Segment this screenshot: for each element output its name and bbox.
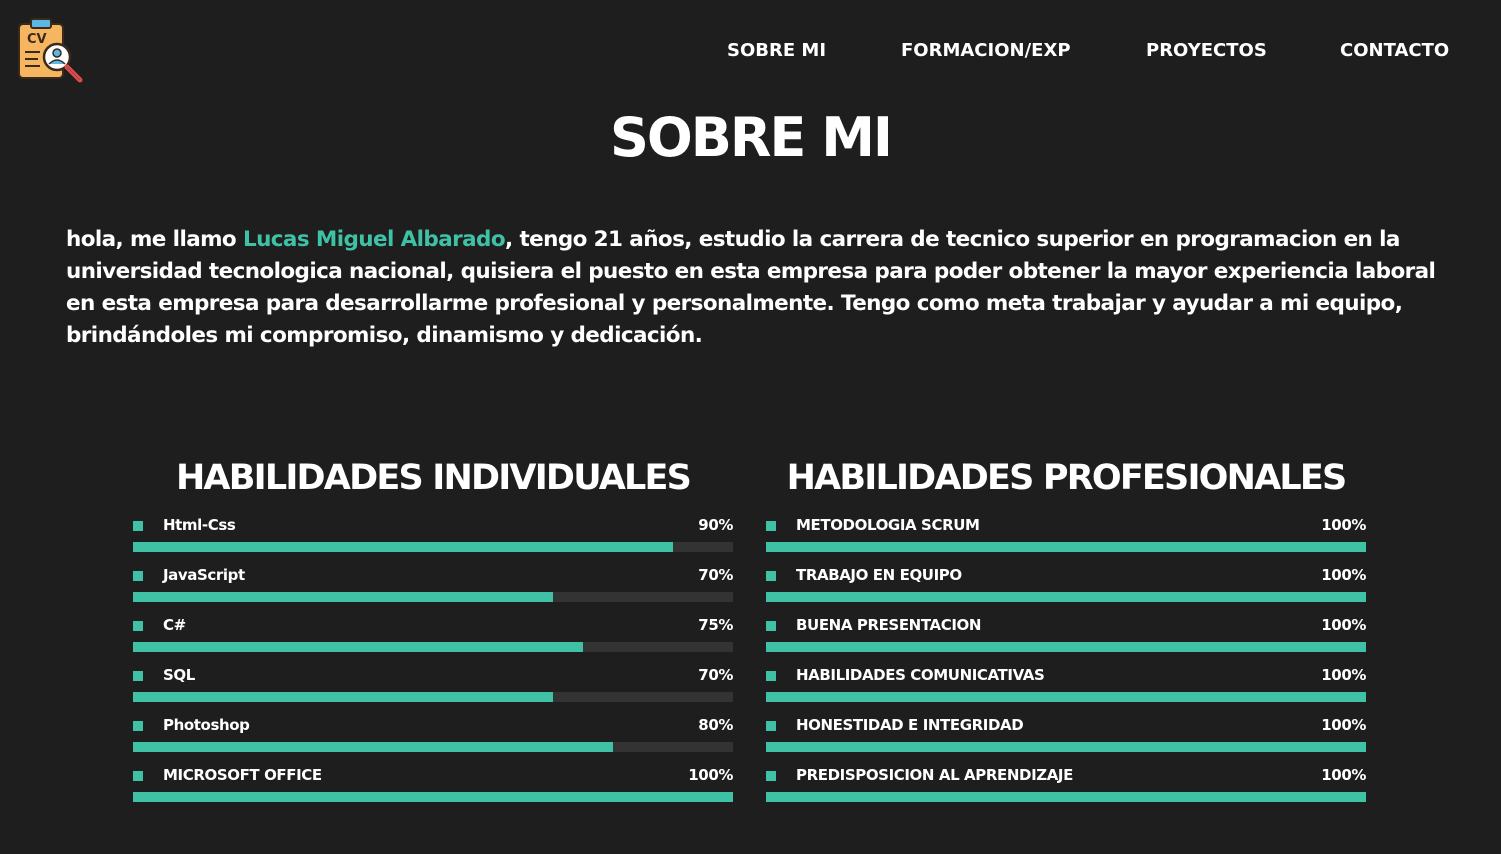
skill-label: PREDISPOSICION AL APRENDIZAJE <box>796 766 1073 784</box>
skill-progress-track <box>766 542 1366 552</box>
page: CV SOBRE MI FORMACION/EXP PROYECTOS CONT… <box>0 0 1501 854</box>
skill-progress-track <box>133 642 733 652</box>
skill-percent: 100% <box>1321 666 1366 684</box>
skill-label: MICROSOFT OFFICE <box>163 766 322 784</box>
main-nav: SOBRE MI FORMACION/EXP PROYECTOS CONTACT… <box>0 40 1501 68</box>
skill-progress-fill <box>133 642 583 652</box>
individual-skills-section: HABILIDADES INDIVIDUALES Html-Css 90% Ja… <box>123 456 743 802</box>
skill-bullet-icon <box>766 671 776 681</box>
skill-row: C# 75% <box>133 614 733 654</box>
skill-bullet-icon <box>133 771 143 781</box>
skill-row: BUENA PRESENTACION 100% <box>766 614 1366 654</box>
skill-label: HABILIDADES COMUNICATIVAS <box>796 666 1045 684</box>
skill-progress-fill <box>133 742 613 752</box>
skill-progress-fill <box>766 742 1366 752</box>
skill-bullet-icon <box>133 671 143 681</box>
skill-progress-track <box>133 742 733 752</box>
skill-percent: 100% <box>1321 716 1366 734</box>
skill-progress-track <box>766 592 1366 602</box>
skill-bullet-icon <box>766 721 776 731</box>
skill-progress-fill <box>766 542 1366 552</box>
page-title: SOBRE MI <box>609 106 893 169</box>
skill-progress-track <box>766 742 1366 752</box>
skill-percent: 100% <box>1321 616 1366 634</box>
skill-percent: 100% <box>688 766 733 784</box>
skill-percent: 100% <box>1321 766 1366 784</box>
skill-label: BUENA PRESENTACION <box>796 616 982 634</box>
skill-bullet-icon <box>766 621 776 631</box>
nav-link-sobre-mi[interactable]: SOBRE MI <box>727 40 826 61</box>
skill-row: PREDISPOSICION AL APRENDIZAJE 100% <box>766 764 1366 804</box>
skill-percent: 100% <box>1321 516 1366 534</box>
skill-progress-track <box>766 792 1366 802</box>
skill-percent: 100% <box>1321 566 1366 584</box>
skill-percent: 80% <box>698 716 733 734</box>
professional-skills-section: HABILIDADES PROFESIONALES METODOLOGIA SC… <box>756 456 1376 802</box>
skill-percent: 70% <box>698 566 733 584</box>
skill-bullet-icon <box>766 571 776 581</box>
nav-link-proyectos[interactable]: PROYECTOS <box>1146 40 1267 61</box>
skill-label: Html-Css <box>163 516 236 534</box>
skill-progress-track <box>766 642 1366 652</box>
professional-skills-title: HABILIDADES PROFESIONALES <box>786 458 1348 498</box>
individual-skills-title: HABILIDADES INDIVIDUALES <box>175 458 692 498</box>
skill-label: TRABAJO EN EQUIPO <box>796 566 962 584</box>
skill-row: HONESTIDAD E INTEGRIDAD 100% <box>766 714 1366 754</box>
skill-progress-fill <box>133 542 673 552</box>
skill-progress-fill <box>766 692 1366 702</box>
skill-progress-fill <box>766 792 1366 802</box>
skill-label: SQL <box>163 666 195 684</box>
skill-progress-fill <box>133 692 553 702</box>
skill-label: HONESTIDAD E INTEGRIDAD <box>796 716 1024 734</box>
skill-row: MICROSOFT OFFICE 100% <box>133 764 733 804</box>
skill-row: TRABAJO EN EQUIPO 100% <box>766 564 1366 604</box>
skill-progress-track <box>133 592 733 602</box>
skill-percent: 75% <box>698 616 733 634</box>
skill-progress-track <box>133 792 733 802</box>
skill-row: HABILIDADES COMUNICATIVAS 100% <box>766 664 1366 704</box>
skill-percent: 90% <box>698 516 733 534</box>
skill-label: METODOLOGIA SCRUM <box>796 516 980 534</box>
skill-progress-fill <box>133 792 733 802</box>
about-paragraph: hola, me llamo Lucas Miguel Albarado, te… <box>66 224 1436 352</box>
skill-label: Photoshop <box>163 716 250 734</box>
skill-percent: 70% <box>698 666 733 684</box>
skill-progress-fill <box>766 592 1366 602</box>
nav-link-formacion-exp[interactable]: FORMACION/EXP <box>901 40 1071 61</box>
skill-bullet-icon <box>133 621 143 631</box>
skill-row: METODOLOGIA SCRUM 100% <box>766 514 1366 554</box>
skill-progress-fill <box>766 642 1366 652</box>
skill-bullet-icon <box>133 571 143 581</box>
skill-progress-track <box>766 692 1366 702</box>
skill-bullet-icon <box>133 721 143 731</box>
skill-row: SQL 70% <box>133 664 733 704</box>
skill-row: Photoshop 80% <box>133 714 733 754</box>
nav-link-contacto[interactable]: CONTACTO <box>1340 40 1449 61</box>
skill-progress-track <box>133 542 733 552</box>
skill-bullet-icon <box>766 771 776 781</box>
skill-bullet-icon <box>133 521 143 531</box>
skill-progress-fill <box>133 592 553 602</box>
skill-row: Html-Css 90% <box>133 514 733 554</box>
skill-label: JavaScript <box>163 566 245 584</box>
skill-bullet-icon <box>766 521 776 531</box>
skill-row: JavaScript 70% <box>133 564 733 604</box>
skill-progress-track <box>133 692 733 702</box>
about-intro-text: hola, me llamo <box>66 227 243 252</box>
about-name-highlight: Lucas Miguel Albarado <box>242 227 506 252</box>
skill-label: C# <box>163 616 186 634</box>
